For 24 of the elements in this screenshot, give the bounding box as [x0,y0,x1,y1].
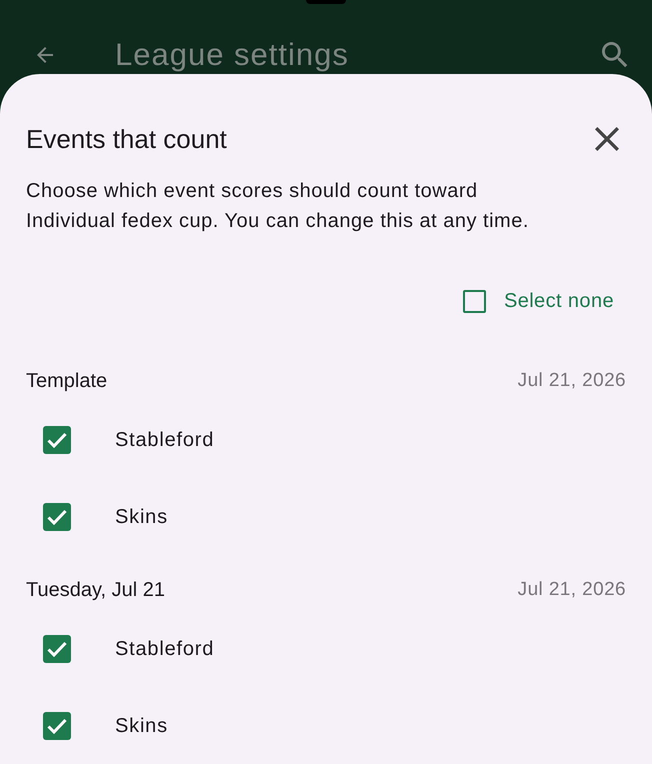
sheet-description: Choose which event scores should count toward Individual fedex cup. You can change this at any time. [26,179,530,234]
checkbox[interactable] [462,290,486,312]
close-icon[interactable] [595,127,619,151]
checkmark-icon [47,640,67,656]
section-date: Jul 21, 2026 [518,369,626,393]
camera-cutout [306,0,346,4]
search-icon[interactable] [602,42,628,68]
section-title: Tuesday, Jul 21 [26,578,165,603]
app-bar-title: League settings [115,36,349,74]
event-label: Stableford [115,636,214,662]
checkbox[interactable] [43,502,71,530]
checkmark-icon [47,432,67,448]
select-none-button[interactable]: Select none [460,279,626,323]
event-label: Stableford [115,428,214,452]
checkmark-icon [47,508,67,524]
event-label: Skins [115,504,168,530]
event-label: Skins [115,714,168,738]
checkmark-icon [47,718,67,734]
checkbox[interactable] [43,634,71,662]
section-date: Jul 21, 2026 [518,578,626,602]
checkbox[interactable] [43,712,71,740]
checkbox[interactable] [43,426,71,454]
section-title: Template [26,369,108,394]
sheet-title: Events that count [26,123,227,155]
